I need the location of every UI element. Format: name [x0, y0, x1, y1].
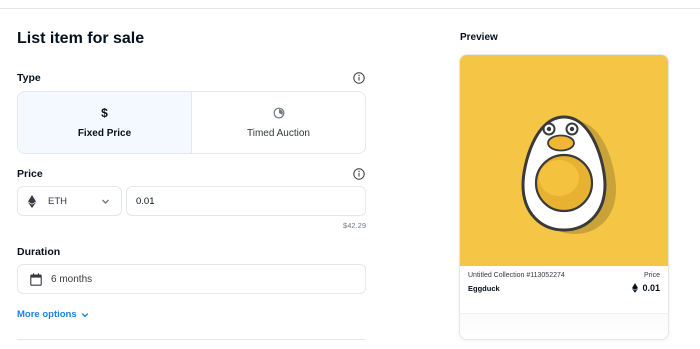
- more-options-label: More options: [17, 309, 77, 320]
- timed-auction-option[interactable]: Timed Auction: [192, 92, 365, 153]
- timed-auction-label: Timed Auction: [247, 127, 310, 139]
- card-collection-name: Untitled Collection #113052274: [468, 272, 565, 279]
- fixed-price-option[interactable]: $ Fixed Price: [18, 92, 192, 153]
- top-bar: [0, 0, 700, 9]
- calendar-icon: [30, 272, 42, 286]
- currency-select[interactable]: ETH: [17, 186, 122, 216]
- card-price: 0.01: [632, 283, 660, 293]
- preview-label: Preview: [460, 32, 498, 43]
- listing-type-selector: $ Fixed Price Timed Auction: [17, 91, 366, 154]
- type-info-icon[interactable]: [353, 72, 365, 84]
- card-price-value: 0.01: [642, 283, 660, 293]
- section-divider: [17, 339, 366, 340]
- chevron-down-icon: [81, 312, 88, 317]
- price-input[interactable]: [126, 186, 366, 216]
- eth-icon: [632, 283, 639, 293]
- price-label: Price: [17, 168, 43, 180]
- eth-icon: [28, 194, 36, 208]
- price-info-icon[interactable]: [353, 168, 365, 180]
- type-label: Type: [17, 72, 41, 84]
- page-title: List item for sale: [17, 30, 145, 47]
- usd-conversion: $42.29: [343, 221, 366, 230]
- card-item-name: Eggduck: [468, 284, 500, 293]
- nft-preview-card: Untitled Collection #113052274 Eggduck P…: [459, 54, 669, 340]
- fixed-price-label: Fixed Price: [77, 127, 132, 139]
- nft-image: [460, 55, 668, 266]
- card-footer: [460, 313, 668, 339]
- chevron-down-icon: [102, 199, 109, 204]
- card-price-label: Price: [644, 272, 660, 279]
- duration-value: 6 months: [51, 273, 93, 285]
- more-options-toggle[interactable]: More options: [17, 309, 89, 320]
- duration-label: Duration: [17, 246, 61, 258]
- duration-select[interactable]: 6 months: [17, 264, 366, 294]
- dollar-icon: $: [101, 105, 108, 120]
- currency-value: ETH: [48, 195, 67, 207]
- timer-icon: [273, 107, 284, 118]
- eggduck-illustration: [521, 115, 616, 234]
